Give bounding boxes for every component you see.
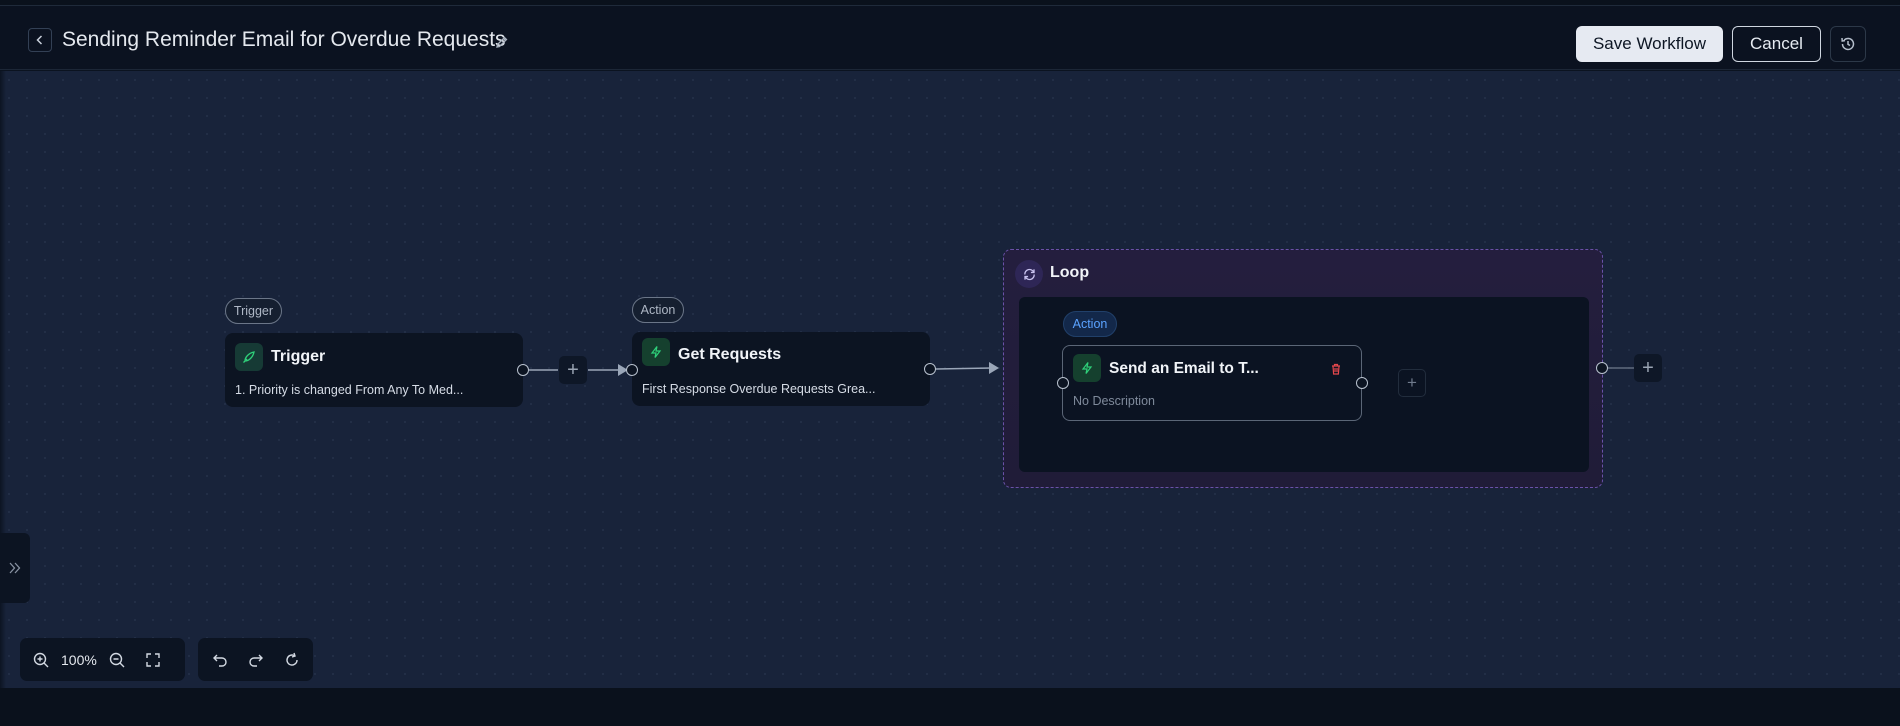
- trigger-node[interactable]: Trigger 1. Priority is changed From Any …: [225, 333, 523, 407]
- send-email-description: No Description: [1073, 394, 1155, 408]
- pencil-icon[interactable]: [494, 34, 510, 50]
- inner-action-tag: Action: [1063, 311, 1117, 337]
- zoom-in-icon: [33, 652, 49, 667]
- zoom-in-button[interactable]: [27, 646, 55, 674]
- page-title: Sending Reminder Email for Overdue Reque…: [62, 28, 506, 51]
- get-requests-title: Get Requests: [678, 346, 782, 363]
- loop-title: Loop: [1050, 264, 1090, 281]
- lightning-icon: [642, 338, 670, 366]
- history-toolbar: [198, 638, 313, 681]
- trash-icon[interactable]: [1329, 362, 1343, 376]
- rocket-icon: [235, 343, 263, 371]
- send-email-title: Send an Email to T...: [1109, 360, 1259, 377]
- redo-button[interactable]: [242, 646, 270, 674]
- history-button[interactable]: [1830, 26, 1866, 62]
- get-requests-description: First Response Overdue Requests Grea...: [642, 382, 876, 396]
- back-button[interactable]: [28, 28, 52, 52]
- save-workflow-button[interactable]: Save Workflow: [1576, 26, 1723, 62]
- trigger-tag: Trigger: [225, 298, 282, 324]
- sidebar-toggle[interactable]: [0, 533, 30, 603]
- send-email-input-port[interactable]: [1057, 377, 1069, 389]
- zoom-out-button[interactable]: [103, 646, 131, 674]
- fullscreen-icon: [146, 652, 160, 667]
- add-after-loop-button[interactable]: +: [1634, 354, 1662, 382]
- loop-output-port[interactable]: [1596, 362, 1608, 374]
- undo-icon: [213, 654, 227, 667]
- add-step-button[interactable]: +: [559, 356, 587, 384]
- action-tag: Action: [632, 297, 684, 323]
- history-icon: [1841, 37, 1855, 51]
- undo-button[interactable]: [206, 646, 234, 674]
- redo-icon: [249, 654, 263, 667]
- chevron-left-icon: [36, 35, 43, 45]
- get-requests-input-port[interactable]: [626, 364, 638, 376]
- trigger-description: 1. Priority is changed From Any To Med..…: [235, 383, 464, 397]
- send-email-output-port[interactable]: [1356, 377, 1368, 389]
- refresh-icon: [286, 652, 298, 666]
- trigger-output-port[interactable]: [517, 364, 529, 376]
- lightning-icon: [1073, 354, 1101, 382]
- get-requests-output-port[interactable]: [924, 363, 936, 375]
- zoom-toolbar: 100%: [20, 638, 185, 681]
- fit-view-button[interactable]: [139, 646, 167, 674]
- get-requests-node[interactable]: Get Requests First Response Overdue Requ…: [632, 332, 930, 406]
- reset-button[interactable]: [278, 646, 306, 674]
- refresh-icon: [1015, 260, 1043, 288]
- zoom-out-icon: [109, 652, 125, 667]
- workflow-header: Sending Reminder Email for Overdue Reque…: [0, 6, 1900, 70]
- cancel-button[interactable]: Cancel: [1732, 26, 1821, 62]
- trigger-title: Trigger: [271, 348, 326, 365]
- zoom-level: 100%: [61, 651, 97, 668]
- send-email-node[interactable]: Send an Email to T... No Description: [1062, 345, 1362, 421]
- add-inner-step-button[interactable]: +: [1398, 369, 1426, 397]
- double-chevron-right-icon: [9, 562, 21, 574]
- bottom-strip: [0, 688, 1900, 726]
